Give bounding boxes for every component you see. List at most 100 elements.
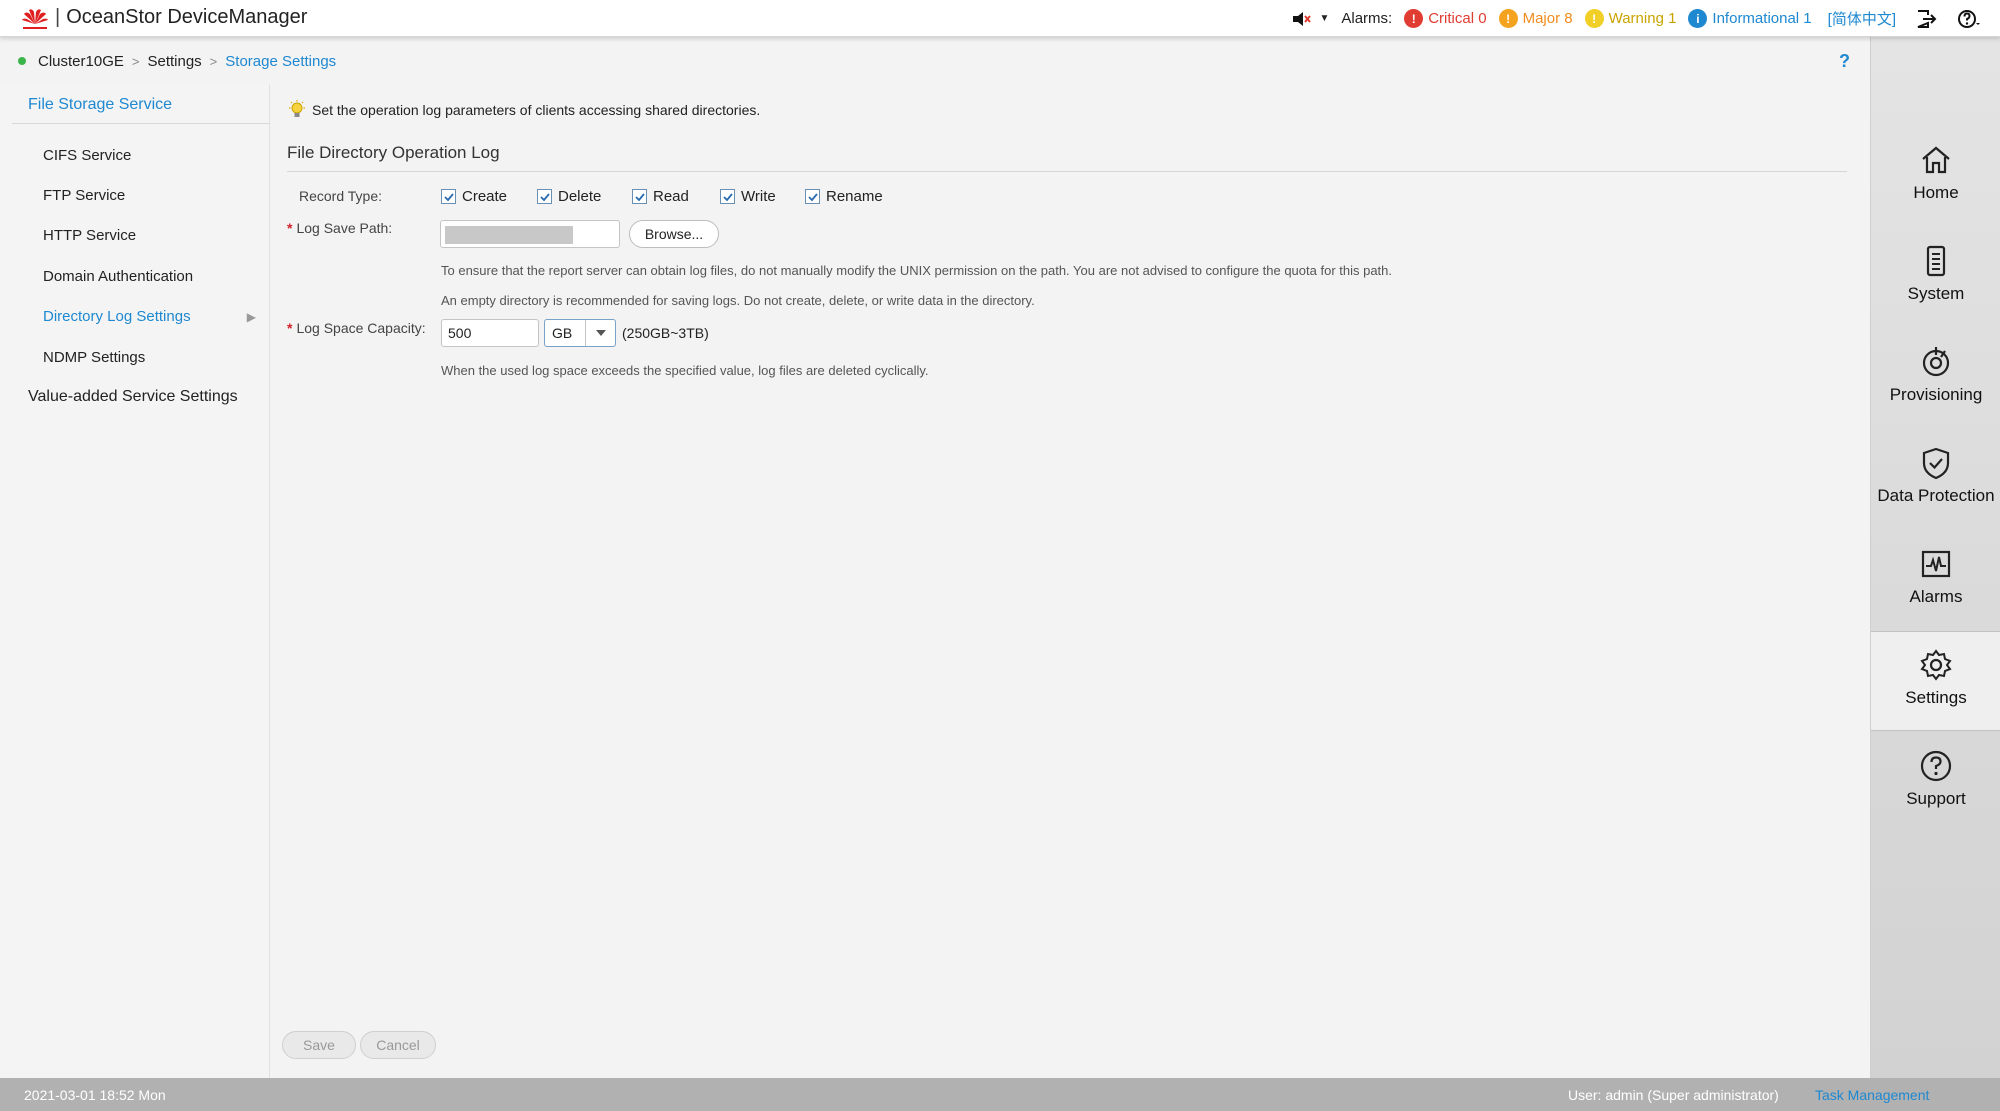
checkbox-rename[interactable]: Rename bbox=[805, 188, 883, 205]
nav-group-value-added-services[interactable]: Value-added Service Settings bbox=[0, 382, 270, 412]
task-management-link[interactable]: Task Management bbox=[1815, 1087, 1929, 1103]
status-footer: 2021-03-01 18:52 Mon User: admin (Super … bbox=[0, 1078, 2000, 1111]
breadcrumb-settings[interactable]: Settings bbox=[147, 53, 201, 70]
system-icon bbox=[1926, 245, 1946, 277]
alarm-area: ▼ Alarms: ! Critical 0 ! Major 8 ! Warni… bbox=[1279, 0, 1980, 37]
breadcrumb-cluster[interactable]: Cluster10GE bbox=[38, 53, 124, 70]
informational-alarms-link[interactable]: i Informational 1 bbox=[1688, 9, 1812, 28]
critical-alarms-link[interactable]: ! Critical 0 bbox=[1404, 9, 1487, 28]
required-asterisk: * bbox=[287, 320, 293, 336]
unit-value: GB bbox=[552, 325, 573, 341]
nav-support[interactable]: Support bbox=[1871, 733, 2000, 833]
triangle-right-icon: ▶ bbox=[246, 310, 256, 324]
nav-item-cifs-service[interactable]: CIFS Service bbox=[0, 141, 270, 171]
warning-alarms-count: Warning 1 bbox=[1608, 10, 1677, 27]
nav-alarms[interactable]: Alarms bbox=[1871, 531, 2000, 631]
footer-datetime: 2021-03-01 18:52 Mon bbox=[24, 1087, 166, 1103]
checkbox-checked-icon bbox=[720, 189, 735, 204]
critical-alarms-count: Critical 0 bbox=[1428, 10, 1487, 27]
logout-icon[interactable] bbox=[1914, 7, 1938, 31]
checkbox-checked-icon bbox=[805, 189, 820, 204]
breadcrumb-storage-settings: Storage Settings bbox=[225, 52, 337, 70]
log-space-capacity-label: * Log Space Capacity: bbox=[287, 320, 426, 336]
alarms-label: Alarms: bbox=[1341, 10, 1393, 27]
checkbox-write[interactable]: Write bbox=[720, 188, 776, 205]
provisioning-icon bbox=[1922, 347, 1950, 377]
nav-group-file-storage-service[interactable]: File Storage Service bbox=[12, 85, 270, 124]
nav-item-directory-log-settings[interactable]: Directory Log Settings ▶ bbox=[0, 302, 270, 332]
chevron-right-icon: > bbox=[131, 53, 140, 69]
cancel-button[interactable]: Cancel bbox=[360, 1031, 436, 1059]
path-value-redacted bbox=[445, 226, 573, 244]
log-save-path-input[interactable] bbox=[440, 220, 620, 248]
nav-label: Settings bbox=[1905, 688, 1967, 707]
nav-provisioning[interactable]: Provisioning bbox=[1871, 329, 2000, 429]
nav-item-label: Directory Log Settings bbox=[43, 308, 191, 325]
help-menu-icon[interactable] bbox=[1956, 7, 1980, 31]
checkbox-read[interactable]: Read bbox=[632, 188, 689, 205]
nav-home[interactable]: Home bbox=[1871, 127, 2000, 227]
log-save-path-label: * Log Save Path: bbox=[287, 220, 393, 236]
path-hint-permissions: To ensure that the report server can obt… bbox=[441, 263, 1393, 278]
nav-label: Data Protection bbox=[1877, 486, 1995, 505]
huawei-logo-icon bbox=[22, 9, 48, 29]
checkbox-label: Write bbox=[741, 188, 776, 205]
tip-text: Set the operation log parameters of clie… bbox=[312, 102, 761, 118]
section-title: File Directory Operation Log bbox=[287, 143, 1847, 172]
save-button[interactable]: Save bbox=[282, 1031, 356, 1059]
checkbox-checked-icon bbox=[537, 189, 552, 204]
checkbox-checked-icon bbox=[632, 189, 647, 204]
gear-icon bbox=[1920, 649, 1952, 681]
tip-banner: Set the operation log parameters of clie… bbox=[286, 99, 760, 121]
major-alarms-link[interactable]: ! Major 8 bbox=[1498, 9, 1573, 28]
nav-settings[interactable]: Settings bbox=[1871, 631, 2000, 731]
nav-data-protection[interactable]: Data Protection bbox=[1871, 430, 2000, 530]
checkbox-checked-icon bbox=[441, 189, 456, 204]
alarm-monitor-icon bbox=[1921, 550, 1951, 578]
checkbox-label: Delete bbox=[558, 188, 602, 205]
critical-alarm-icon: ! bbox=[1404, 9, 1424, 28]
question-circle-icon bbox=[1920, 750, 1952, 782]
chevron-down-icon: ▼ bbox=[1319, 13, 1330, 24]
nav-item-ndmp-settings[interactable]: NDMP Settings bbox=[0, 343, 270, 373]
checkbox-label: Rename bbox=[826, 188, 883, 205]
checkbox-create[interactable]: Create bbox=[441, 188, 507, 205]
info-alarm-icon: i bbox=[1688, 9, 1708, 28]
warning-alarm-icon: ! bbox=[1584, 9, 1604, 28]
sound-toggle[interactable]: ▼ bbox=[1291, 9, 1329, 29]
nav-label: Home bbox=[1913, 183, 1959, 202]
major-alarms-count: Major 8 bbox=[1522, 10, 1573, 27]
top-bar: | OceanStor DeviceManager ▼ Alarms: ! Cri… bbox=[0, 0, 2000, 37]
nav-item-ftp-service[interactable]: FTP Service bbox=[0, 181, 270, 211]
major-alarm-icon: ! bbox=[1498, 9, 1518, 28]
browse-button[interactable]: Browse... bbox=[629, 220, 719, 248]
nav-item-domain-authentication[interactable]: Domain Authentication bbox=[0, 262, 270, 292]
required-asterisk: * bbox=[287, 220, 293, 236]
help-icon[interactable]: ? bbox=[1839, 51, 1850, 72]
checkbox-label: Read bbox=[653, 188, 689, 205]
capacity-unit-select[interactable]: GB bbox=[544, 319, 616, 347]
footer-user: User: admin (Super administrator) bbox=[1568, 1087, 1779, 1103]
capacity-range: (250GB~3TB) bbox=[622, 325, 709, 341]
home-icon bbox=[1922, 146, 1950, 174]
nav-label: System bbox=[1907, 284, 1965, 303]
warning-alarms-link[interactable]: ! Warning 1 bbox=[1584, 9, 1677, 28]
right-nav: Home System Provisioning Data Protection… bbox=[1870, 37, 2000, 1078]
path-hint-empty-directory: An empty directory is recommended for sa… bbox=[441, 293, 1035, 308]
checkbox-delete[interactable]: Delete bbox=[537, 188, 601, 205]
language-switch[interactable]: [简体中文] bbox=[1828, 8, 1896, 29]
record-type-label: Record Type: bbox=[299, 188, 383, 204]
checkbox-label: Create bbox=[462, 188, 508, 205]
app-title: | OceanStor DeviceManager bbox=[55, 6, 308, 28]
log-space-capacity-input[interactable]: 500 bbox=[441, 319, 539, 347]
nav-label: Alarms bbox=[1909, 587, 1963, 606]
chevron-right-icon: > bbox=[209, 53, 218, 69]
nav-label: Provisioning bbox=[1889, 385, 1983, 404]
breadcrumb: Cluster10GE > Settings > Storage Setting… bbox=[0, 37, 1870, 85]
shield-check-icon bbox=[1922, 447, 1950, 480]
nav-item-http-service[interactable]: HTTP Service bbox=[0, 221, 270, 251]
nav-system[interactable]: System bbox=[1871, 228, 2000, 328]
left-nav: File Storage Service CIFS Service FTP Se… bbox=[0, 85, 270, 1078]
informational-alarms-count: Informational 1 bbox=[1712, 10, 1812, 27]
dropdown-arrow-icon[interactable] bbox=[585, 320, 615, 346]
